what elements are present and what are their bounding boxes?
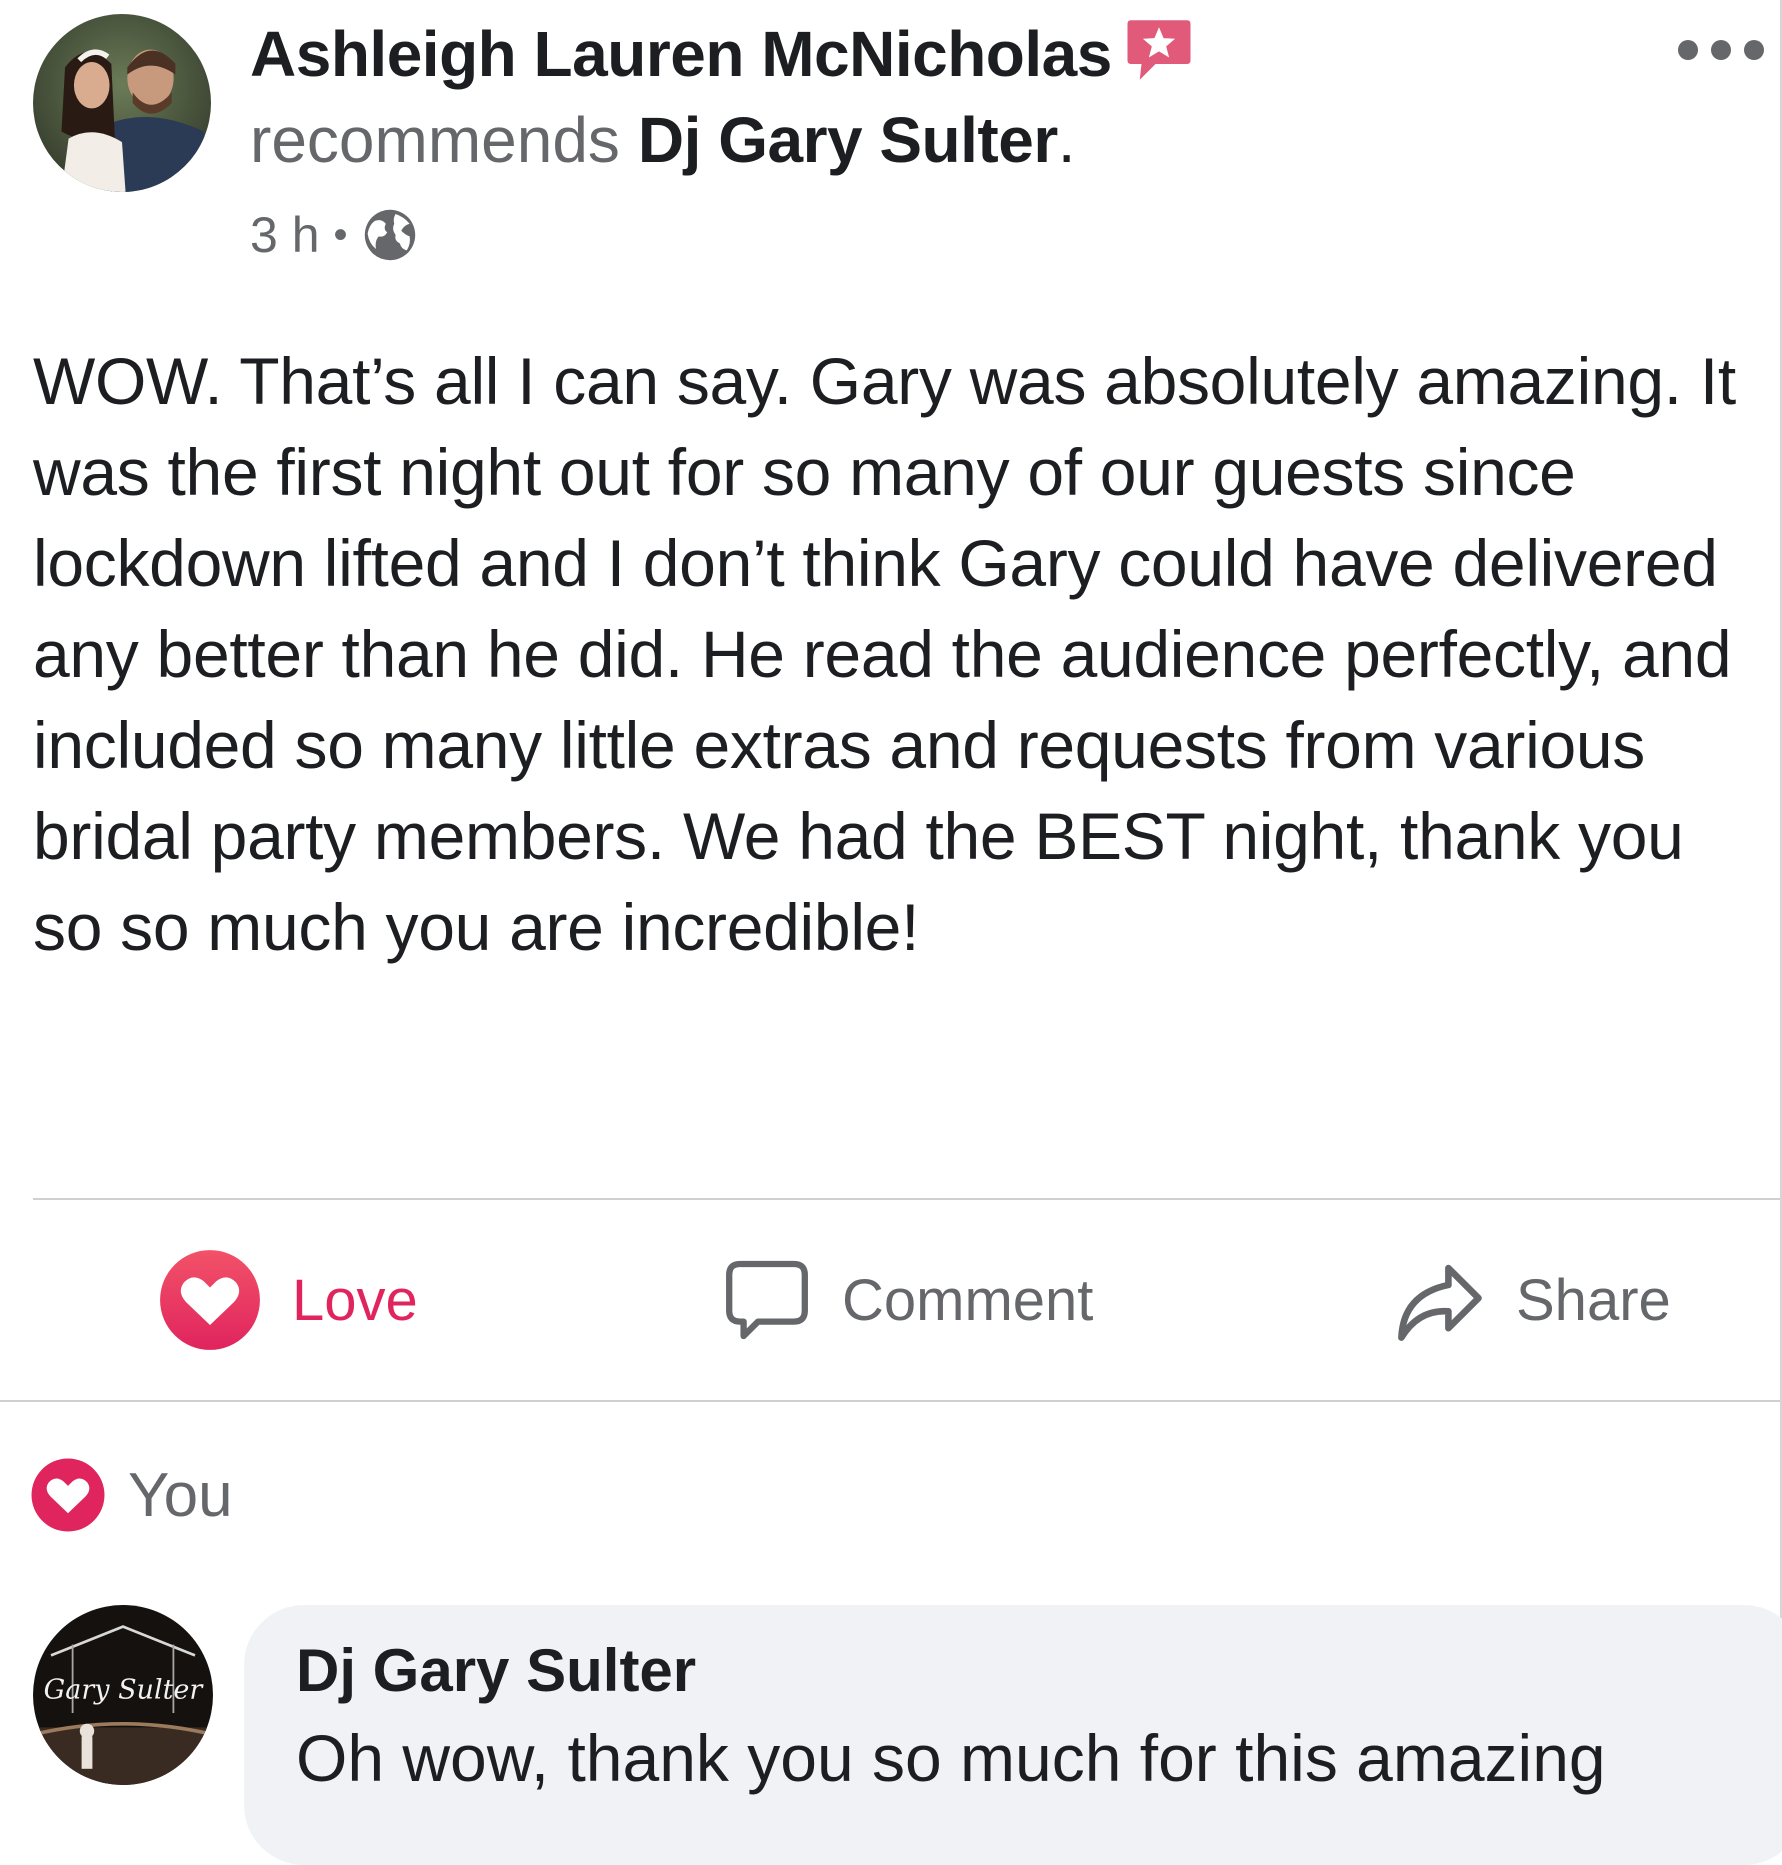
more-dot xyxy=(1744,40,1764,60)
comment-label: Comment xyxy=(842,1267,1094,1333)
divider xyxy=(33,1198,1780,1200)
recommend-line: recommends Dj Gary Sulter . xyxy=(250,100,1076,180)
post-meta: 3 h • xyxy=(250,200,418,270)
love-label: Love xyxy=(292,1267,418,1333)
reactions-label: You xyxy=(128,1460,233,1530)
recommended-page-link[interactable]: Dj Gary Sulter xyxy=(638,103,1058,177)
recommend-period: . xyxy=(1057,104,1076,176)
globe-icon[interactable] xyxy=(362,207,418,263)
meta-separator: • xyxy=(333,212,348,257)
more-dot xyxy=(1711,40,1731,60)
star-speech-bubble-icon xyxy=(1124,15,1194,85)
author-line: Ashleigh Lauren McNicholas xyxy=(250,18,1194,90)
share-button[interactable]: Share xyxy=(1392,1245,1671,1355)
more-dot xyxy=(1678,40,1698,60)
divider xyxy=(0,1400,1780,1402)
more-options-icon[interactable] xyxy=(1678,30,1764,70)
share-arrow-icon xyxy=(1392,1253,1486,1347)
share-label: Share xyxy=(1516,1267,1671,1333)
author-avatar[interactable] xyxy=(33,14,211,192)
reactions-summary[interactable]: You xyxy=(30,1455,233,1535)
recommend-verb: recommends xyxy=(250,104,620,176)
commenter-avatar[interactable]: Gary Sulter xyxy=(33,1605,213,1785)
post-timestamp[interactable]: 3 h xyxy=(250,206,320,264)
heart-icon xyxy=(158,1248,262,1352)
speech-bubble-icon xyxy=(722,1255,812,1345)
author-name-link[interactable]: Ashleigh Lauren McNicholas xyxy=(250,17,1112,91)
svg-text:Gary Sulter: Gary Sulter xyxy=(44,1675,205,1706)
love-button[interactable]: Love xyxy=(158,1245,418,1355)
comment-author-link[interactable]: Dj Gary Sulter xyxy=(296,1636,696,1705)
comment-text: Oh wow, thank you so much for this amazi… xyxy=(296,1721,1606,1795)
post-body-text: WOW. That’s all I can say. Gary was abso… xyxy=(33,344,1736,964)
heart-icon xyxy=(30,1457,106,1533)
comment-button[interactable]: Comment xyxy=(722,1245,1093,1355)
